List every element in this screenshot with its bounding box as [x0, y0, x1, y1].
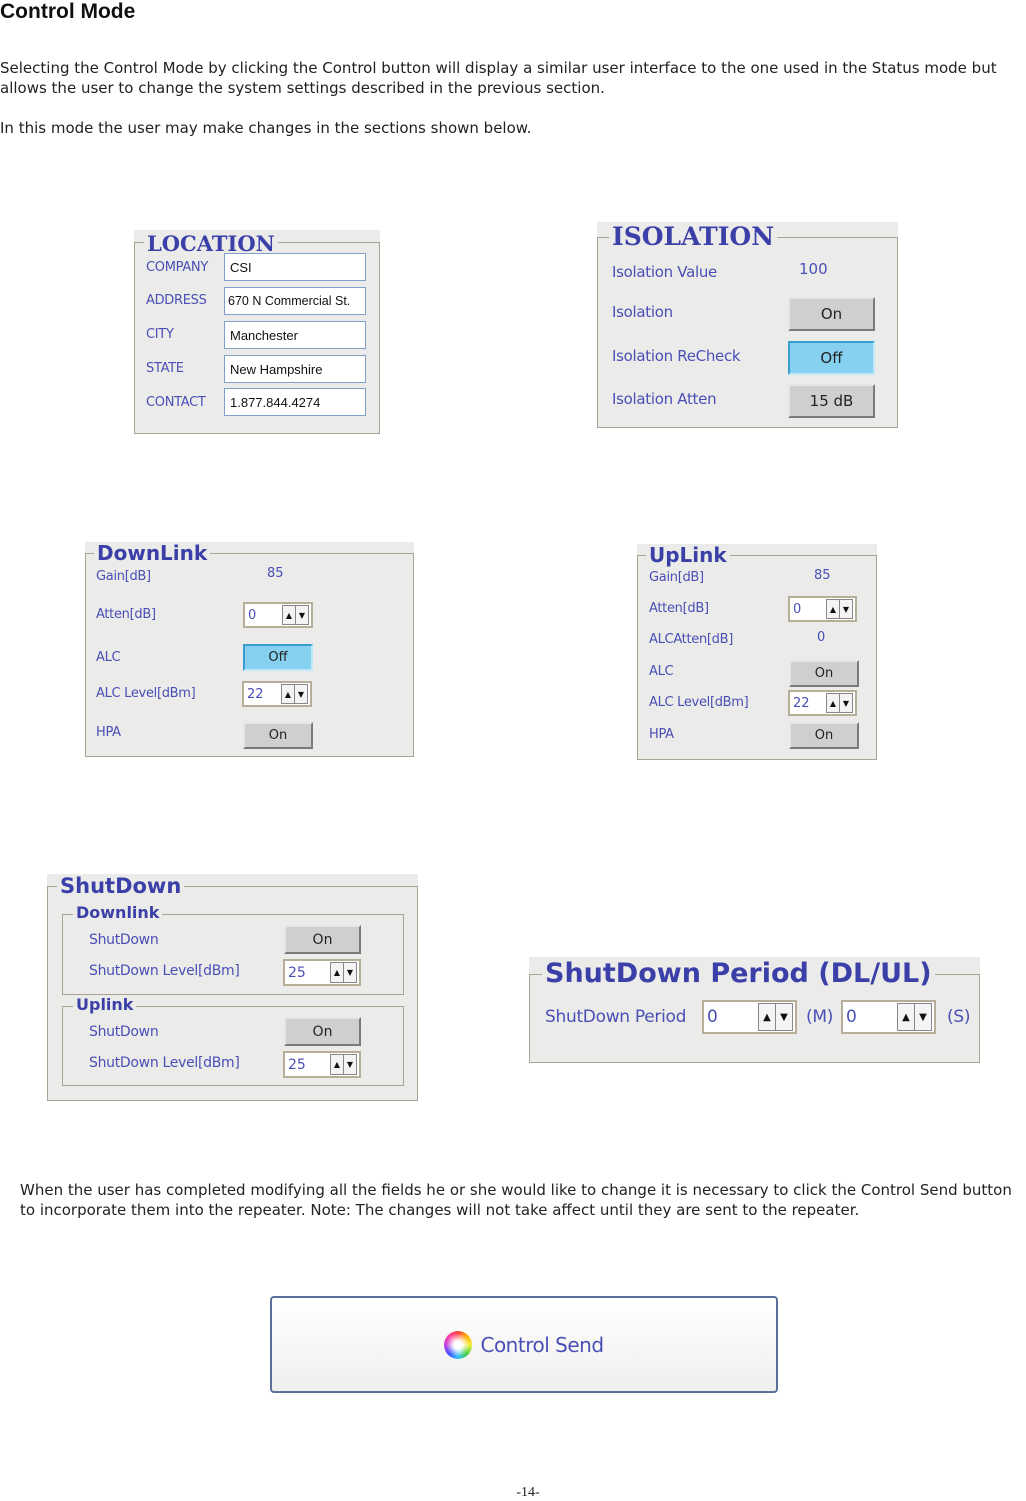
uplink-hpa-button[interactable]: On	[789, 722, 859, 749]
uplink-atten-label: Atten[dB]	[649, 601, 709, 616]
shutdown-period-minutes-value[interactable]: 0	[704, 1007, 758, 1027]
uplink-alc-button[interactable]: On	[789, 660, 859, 687]
isolation-panel: ISOLATION Isolation Value 100 Isolation …	[597, 222, 898, 428]
shutdown-downlink-level-label: ShutDown Level[dBm]	[89, 963, 240, 979]
contact-label: CONTACT	[146, 395, 206, 410]
uplink-atten-value[interactable]: 0	[790, 602, 826, 617]
location-panel: LOCATION COMPANY CSI ADDRESS 670 N Comme…	[134, 230, 380, 434]
spinner-up-icon[interactable]: ▲	[827, 694, 839, 712]
downlink-atten-label: Atten[dB]	[96, 607, 156, 622]
uplink-alcatten-value: 0	[817, 630, 826, 645]
spinner-up-icon[interactable]: ▲	[283, 606, 295, 624]
shutdown-downlink-label: ShutDown	[89, 932, 159, 948]
downlink-alc-button[interactable]: Off	[243, 644, 313, 671]
shutdown-uplink-button[interactable]: On	[284, 1017, 361, 1046]
isolation-value: 100	[799, 260, 828, 278]
city-label: CITY	[146, 327, 174, 342]
shutdown-period-panel: ShutDown Period (DL/UL) ShutDown Period …	[529, 957, 980, 1063]
downlink-hpa-label: HPA	[96, 725, 121, 740]
downlink-alc-level-label: ALC Level[dBm]	[96, 686, 196, 701]
downlink-title: DownLink	[94, 543, 211, 563]
spinner-down-icon[interactable]: ▼	[343, 1055, 356, 1074]
spinner-down-icon[interactable]: ▼	[775, 1004, 792, 1030]
isolation-atten-label: Isolation Atten	[612, 390, 717, 408]
shutdown-period-title: ShutDown Period (DL/UL)	[542, 960, 935, 987]
shutdown-period-minutes-spinner[interactable]: 0 ▲ ▼	[702, 1000, 797, 1034]
shutdown-downlink-level-value[interactable]: 25	[285, 965, 330, 981]
company-input[interactable]: CSI	[224, 253, 366, 281]
downlink-panel: DownLink Gain[dB] 85 Atten[dB] 0 ▲ ▼ ALC …	[85, 542, 414, 757]
shutdown-period-seconds-spinner[interactable]: 0 ▲ ▼	[841, 1000, 936, 1034]
spinner-up-icon[interactable]: ▲	[898, 1004, 914, 1030]
shutdown-uplink-level-label: ShutDown Level[dBm]	[89, 1055, 240, 1071]
isolation-value-label: Isolation Value	[612, 263, 717, 281]
spinner-up-icon[interactable]: ▲	[282, 685, 294, 703]
shutdown-period-label: ShutDown Period	[545, 1007, 687, 1027]
uplink-atten-spinner[interactable]: 0 ▲ ▼	[788, 596, 857, 622]
downlink-alc-level-spinner[interactable]: 22 ▲ ▼	[242, 681, 312, 707]
uplink-alc-level-spinner[interactable]: 22 ▲ ▼	[788, 690, 857, 716]
state-input[interactable]: New Hampshire	[224, 355, 366, 383]
shutdown-uplink-title: Uplink	[73, 997, 137, 1013]
shutdown-period-minutes-unit: (M)	[806, 1007, 834, 1027]
isolation-label: Isolation	[612, 303, 673, 321]
uplink-alc-level-value[interactable]: 22	[790, 696, 826, 711]
uplink-alc-label: ALC	[649, 664, 674, 679]
outro-paragraph: When the user has completed modifying al…	[20, 1181, 1012, 1219]
page-title: Control Mode	[0, 0, 136, 23]
intro-paragraph: Selecting the Control Mode by clicking t…	[0, 59, 997, 97]
spinner-up-icon[interactable]: ▲	[827, 600, 839, 618]
shutdown-uplink-level-value[interactable]: 25	[285, 1057, 330, 1073]
city-input[interactable]: Manchester	[224, 321, 366, 349]
uplink-hpa-label: HPA	[649, 727, 674, 742]
spinner-down-icon[interactable]: ▼	[295, 606, 308, 624]
spinner-down-icon[interactable]: ▼	[294, 685, 307, 703]
shutdown-downlink-button[interactable]: On	[284, 925, 361, 954]
shutdown-uplink-label: ShutDown	[89, 1024, 159, 1040]
downlink-gain-value: 85	[267, 566, 284, 581]
shutdown-uplink-level-spinner[interactable]: 25 ▲ ▼	[283, 1051, 361, 1078]
shutdown-panel: ShutDown Downlink ShutDown On ShutDown L…	[47, 874, 418, 1101]
control-send-label: Control Send	[480, 1332, 604, 1357]
downlink-gain-label: Gain[dB]	[96, 569, 151, 584]
spinner-down-icon[interactable]: ▼	[839, 694, 852, 712]
spinner-up-icon[interactable]: ▲	[331, 963, 343, 982]
isolation-toggle-button[interactable]: On	[788, 297, 875, 331]
downlink-alc-label: ALC	[96, 650, 121, 665]
shutdown-title: ShutDown	[57, 876, 185, 897]
control-send-button[interactable]: Control Send	[270, 1296, 778, 1393]
intro-paragraph-2: In this mode the user may make changes i…	[0, 119, 532, 137]
spinner-down-icon[interactable]: ▼	[914, 1004, 931, 1030]
isolation-recheck-label: Isolation ReCheck	[612, 347, 741, 365]
spinner-down-icon[interactable]: ▼	[343, 963, 356, 982]
isolation-recheck-button[interactable]: Off	[788, 341, 875, 375]
downlink-atten-value[interactable]: 0	[245, 608, 282, 623]
shutdown-period-seconds-value[interactable]: 0	[843, 1007, 897, 1027]
uplink-gain-value: 85	[814, 568, 831, 583]
shutdown-downlink-level-spinner[interactable]: 25 ▲ ▼	[283, 959, 361, 986]
color-wheel-icon	[444, 1330, 473, 1359]
spinner-up-icon[interactable]: ▲	[759, 1004, 775, 1030]
address-label: ADDRESS	[146, 293, 207, 308]
isolation-atten-button[interactable]: 15 dB	[788, 384, 875, 418]
downlink-alc-level-value[interactable]: 22	[244, 687, 281, 702]
downlink-atten-spinner[interactable]: 0 ▲ ▼	[243, 602, 313, 628]
downlink-hpa-button[interactable]: On	[243, 722, 313, 749]
spinner-down-icon[interactable]: ▼	[839, 600, 852, 618]
uplink-gain-label: Gain[dB]	[649, 570, 704, 585]
uplink-title: UpLink	[646, 545, 730, 565]
contact-input[interactable]: 1.877.844.4274	[224, 388, 366, 416]
isolation-title: ISOLATION	[609, 224, 778, 249]
company-label: COMPANY	[146, 260, 208, 275]
spinner-up-icon[interactable]: ▲	[331, 1055, 343, 1074]
state-label: STATE	[146, 361, 184, 376]
location-title: LOCATION	[144, 233, 278, 254]
uplink-alc-level-label: ALC Level[dBm]	[649, 695, 749, 710]
shutdown-downlink-title: Downlink	[73, 905, 163, 921]
shutdown-period-seconds-unit: (S)	[947, 1007, 971, 1027]
address-input[interactable]: 670 N Commercial St.	[224, 287, 366, 315]
uplink-alcatten-label: ALCAtten[dB]	[649, 632, 734, 647]
uplink-panel: UpLink Gain[dB] 85 Atten[dB] 0 ▲ ▼ ALCAtt…	[637, 544, 877, 760]
